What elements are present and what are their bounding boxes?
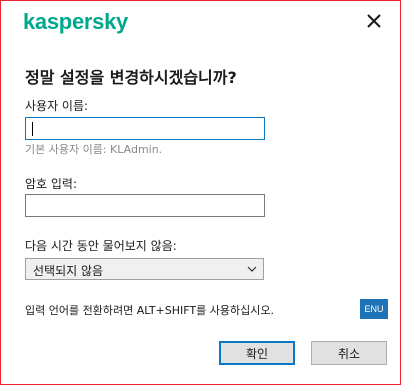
settings-confirm-dialog: kaspersky 정말 설정을 변경하시겠습니까? 사용자 이름: 기본 사용…	[0, 0, 401, 385]
username-input[interactable]	[26, 118, 264, 140]
password-input[interactable]	[26, 195, 264, 217]
close-icon[interactable]	[364, 11, 384, 31]
kaspersky-logo: kaspersky	[23, 9, 128, 34]
text-caret	[32, 122, 33, 136]
username-label: 사용자 이름:	[25, 99, 89, 113]
password-label: 암호 입력:	[25, 177, 78, 191]
ok-button[interactable]: 확인	[219, 341, 295, 365]
remember-duration-value: 선택되지 않음	[33, 264, 104, 278]
dialog-title: 정말 설정을 변경하시겠습니까?	[25, 68, 237, 87]
password-field[interactable]	[25, 194, 265, 217]
username-hint: 기본 사용자 이름: KLAdmin.	[25, 143, 163, 156]
input-language-hint: 입력 언어를 전환하려면 ALT+SHIFT를 사용하십시오.	[25, 304, 274, 317]
remember-duration-select[interactable]: 선택되지 않음	[25, 258, 264, 280]
cancel-button[interactable]: 취소	[311, 341, 387, 365]
chevron-down-icon	[247, 266, 257, 272]
username-field[interactable]	[25, 117, 265, 140]
language-indicator: ENU	[360, 299, 388, 319]
remember-label: 다음 시간 동안 물어보지 않음:	[25, 239, 177, 253]
